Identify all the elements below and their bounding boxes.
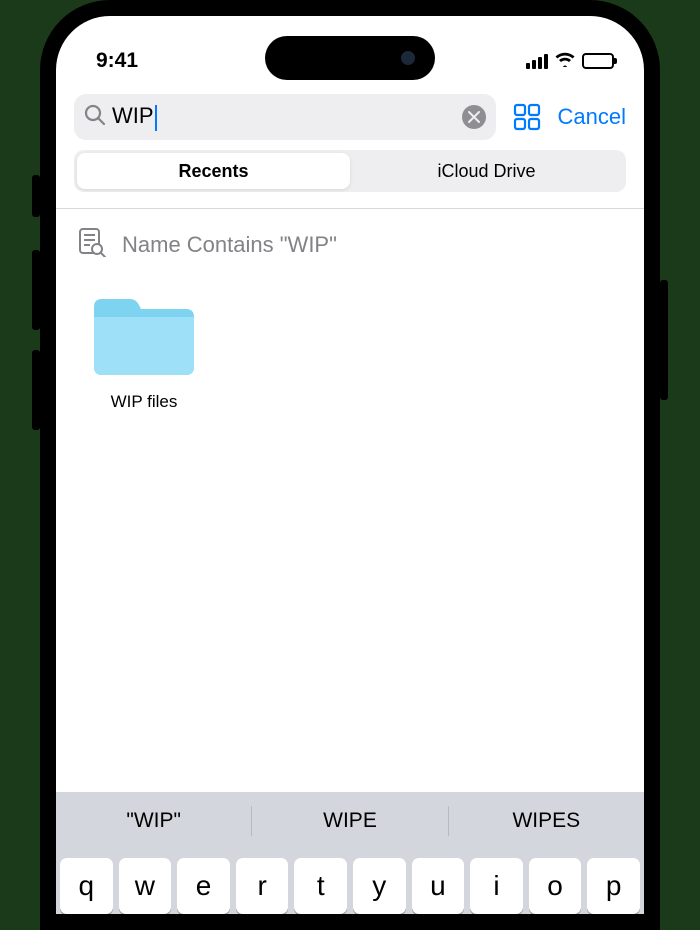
search-icon: [84, 104, 106, 131]
phone-frame: 9:41 WIP Cance: [40, 0, 660, 930]
clear-search-button[interactable]: [462, 105, 486, 129]
suggestion-text: Name Contains "WIP": [122, 232, 337, 258]
key-w[interactable]: w: [119, 858, 172, 914]
tab-recents[interactable]: Recents: [77, 153, 350, 189]
scope-segmented-control: Recents iCloud Drive: [74, 150, 626, 192]
key-o[interactable]: o: [529, 858, 582, 914]
key-e[interactable]: e: [177, 858, 230, 914]
keyboard: q w e r t y u i o p: [56, 850, 644, 914]
key-p[interactable]: p: [587, 858, 640, 914]
folder-label: WIP files: [111, 392, 178, 412]
search-suggestion[interactable]: Name Contains "WIP": [56, 209, 644, 271]
folder-item[interactable]: WIP files: [74, 293, 214, 412]
predictive-suggestion[interactable]: WIPES: [449, 809, 644, 833]
key-t[interactable]: t: [294, 858, 347, 914]
dynamic-island: [265, 36, 435, 80]
screen: 9:41 WIP Cance: [56, 16, 644, 914]
results-grid: WIP files: [56, 271, 644, 792]
key-i[interactable]: i: [470, 858, 523, 914]
cancel-button[interactable]: Cancel: [558, 104, 626, 130]
document-search-icon: [78, 227, 106, 263]
status-time: 9:41: [96, 49, 138, 73]
search-input[interactable]: WIP: [74, 94, 496, 140]
tab-icloud-drive[interactable]: iCloud Drive: [350, 153, 623, 189]
cellular-icon: [526, 53, 548, 69]
key-y[interactable]: y: [353, 858, 406, 914]
battery-icon: [582, 53, 614, 69]
wifi-icon: [554, 49, 576, 73]
key-q[interactable]: q: [60, 858, 113, 914]
predictive-suggestion[interactable]: WIPE: [252, 809, 447, 833]
search-row: WIP Cancel: [56, 86, 644, 150]
predictive-suggestion[interactable]: "WIP": [56, 809, 251, 833]
key-r[interactable]: r: [236, 858, 289, 914]
search-text: WIP: [112, 103, 157, 130]
view-grid-button[interactable]: [512, 102, 542, 132]
predictive-bar: "WIP" WIPE WIPES: [56, 792, 644, 850]
folder-icon: [90, 293, 198, 384]
key-u[interactable]: u: [412, 858, 465, 914]
